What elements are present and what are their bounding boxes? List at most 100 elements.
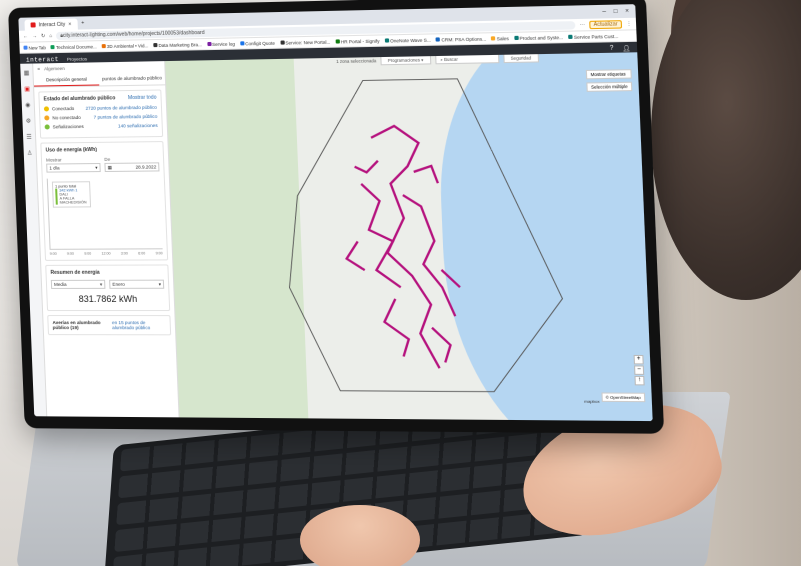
energy-card: Uso de energía (kWh) Mostrar 1 día ▾ De ▦… xyxy=(40,141,169,261)
new-tab-icon[interactable]: + xyxy=(81,20,84,26)
status-row-disconnected[interactable]: No conectado 7 puntos de alumbrado públi… xyxy=(44,114,157,121)
summary-card-title: Resumen de energía xyxy=(50,269,100,276)
zoom-controls: + − ↑ xyxy=(633,354,645,386)
period-select[interactable]: Mostrar 1 día ▾ xyxy=(46,157,101,173)
settings-icon[interactable]: ⚙ xyxy=(26,118,32,125)
bookmark-favicon-icon xyxy=(280,40,285,45)
bookmark-item[interactable]: Data Marketing Bra... xyxy=(153,42,202,48)
lamp-icon[interactable]: ◉ xyxy=(25,102,30,109)
energy-card-title: Uso de energía (kWh) xyxy=(45,146,98,154)
zone-boundary[interactable] xyxy=(281,77,566,392)
url-text: city.interact-lighting.com/web/home/proj… xyxy=(62,29,205,39)
faults-label: Averías en alumbrado público (19) xyxy=(52,320,101,331)
status-row-alerts[interactable]: Señalizaciones 140 señalizaciones xyxy=(44,123,158,130)
bookmark-item[interactable]: Service log xyxy=(206,41,235,47)
compass-icon[interactable]: ↑ xyxy=(634,375,645,386)
bookmark-favicon-icon xyxy=(335,39,340,44)
menu-icon[interactable]: ≡ xyxy=(37,66,40,71)
zoom-in-button[interactable]: + xyxy=(633,354,644,365)
chart-x-ticks: 9:00 9:00 9:00 12:00 3:00 6:00 9:00 xyxy=(49,251,163,256)
window-controls: – □ × xyxy=(602,8,635,15)
bookmark-item[interactable]: Technical Docume... xyxy=(50,44,97,50)
extensions-icon[interactable]: ⋯ xyxy=(580,21,586,27)
reload-icon[interactable]: ↻ xyxy=(41,33,45,39)
bookmark-item[interactable]: CRM: PSA Options... xyxy=(435,36,486,42)
forward-icon[interactable]: → xyxy=(32,33,37,39)
panel-tabs: Descripción general puntos de alumbrado … xyxy=(33,72,166,88)
bookmark-favicon-icon xyxy=(514,36,519,41)
map-search-input[interactable]: ⌕ Buscar xyxy=(434,53,500,65)
left-hand xyxy=(300,505,420,566)
bookmark-favicon-icon xyxy=(491,36,496,41)
bookmark-favicon-icon xyxy=(101,44,106,49)
browser-window: Interact City × + – □ × ← → ↻ ⌂ 🔒︎ city.… xyxy=(18,4,653,422)
bookmark-item[interactable]: Configit Quote xyxy=(240,40,275,46)
app-favicon-icon xyxy=(30,22,36,28)
security-button[interactable]: Seguridad xyxy=(502,53,539,64)
status-card-title: Estado del alumbrado público xyxy=(43,95,116,103)
list-icon[interactable]: ☰ xyxy=(26,134,32,141)
zoom-out-button[interactable]: − xyxy=(633,365,645,375)
menu-icon[interactable]: ⋮ xyxy=(626,20,632,26)
selection-count: 1 zona seleccionada xyxy=(336,58,377,65)
bookmark-favicon-icon xyxy=(568,35,573,40)
browser-tab[interactable]: Interact City × xyxy=(24,18,78,31)
update-button[interactable]: Actualizar xyxy=(589,19,623,29)
app-body: ▦ ▣ ◉ ⚙ ☰ ♙ ≡ Algemeen Descripción gener… xyxy=(20,52,653,422)
bookmark-favicon-icon xyxy=(384,38,390,43)
connected-status-icon xyxy=(43,106,50,112)
disconnected-status-icon xyxy=(44,115,50,121)
help-icon[interactable]: ? xyxy=(610,45,614,51)
bookmark-item[interactable]: Service: New Portal... xyxy=(280,39,330,45)
tab-overview[interactable]: Descripción general xyxy=(33,73,100,87)
calendar-icon: ▦ xyxy=(107,164,113,170)
energy-total: 831.7862 kWh xyxy=(78,293,138,304)
schedule-select[interactable]: Programaciones ▾ xyxy=(380,55,431,66)
bookmark-item[interactable]: 3D Ambiental • Vid... xyxy=(101,43,148,49)
bookmark-favicon-icon xyxy=(435,37,441,42)
summary-card: Resumen de energía Media ▾ Enero ▾ 831.786… xyxy=(45,264,171,312)
summary-mode-select[interactable]: Media ▾ xyxy=(50,279,106,289)
overview-panel: ≡ Algemeen Descripción general puntos de… xyxy=(33,61,180,418)
bookmark-favicon-icon xyxy=(240,41,245,46)
section-title: Proyectos xyxy=(66,55,88,62)
back-icon[interactable]: ← xyxy=(23,33,28,39)
status-card: Estado del alumbrado público Mostrar tod… xyxy=(38,89,164,139)
bookmark-favicon-icon xyxy=(50,45,56,50)
energy-chart: 1 punto total 342 kWh 1 DALI A FALLA MAC… xyxy=(46,177,163,250)
map-attribution[interactable]: © OpenStreetMap xyxy=(601,392,646,403)
map-overlay xyxy=(165,52,652,404)
bookmark-item[interactable]: HR Portal - Signify xyxy=(335,38,380,44)
grid-icon[interactable]: ▦ xyxy=(24,70,30,77)
date-field[interactable]: De ▦ 28.9.2022 xyxy=(104,156,160,173)
maximize-icon[interactable]: □ xyxy=(613,8,617,14)
close-tab-icon[interactable]: × xyxy=(68,21,71,27)
map-view[interactable]: 1 zona seleccionada Programaciones ▾ ⌕ B… xyxy=(165,52,653,422)
bookmark-item[interactable]: Sales xyxy=(491,35,509,41)
bookmark-item[interactable]: Service Parts Cust... xyxy=(568,33,618,39)
faults-link[interactable]: en 15 puntos de alumbrado público xyxy=(112,320,166,330)
lighting-network xyxy=(341,125,463,368)
dashboard-icon[interactable]: ▣ xyxy=(24,86,30,93)
show-all-link[interactable]: Mostrar todo xyxy=(128,95,157,102)
faults-card: Averías en alumbrado público (19) en 15 … xyxy=(47,315,172,336)
close-window-icon[interactable]: × xyxy=(625,8,629,14)
brand-logo[interactable]: interact xyxy=(26,56,59,64)
status-row-connected[interactable]: Conectado 2720 puntos de alumbrado públi… xyxy=(43,105,157,112)
home-icon[interactable]: ⌂ xyxy=(49,33,52,39)
multi-select-toggle[interactable]: Selección múltiple xyxy=(586,81,633,92)
chevron-down-icon: ▾ xyxy=(99,281,103,287)
bookmark-item[interactable]: Product and Syste... xyxy=(514,34,563,40)
summary-month-select[interactable]: Enero ▾ xyxy=(109,279,165,289)
bookmark-favicon-icon xyxy=(206,42,212,47)
tab-light-points[interactable]: puntos de alumbrado público xyxy=(99,72,165,85)
panel-header-label: Algemeen xyxy=(43,65,65,72)
person-icon[interactable]: ♙ xyxy=(27,150,33,157)
bookmark-item[interactable]: OneNote Wave S... xyxy=(384,37,431,43)
user-icon[interactable]: 👤︎ xyxy=(622,45,631,52)
tab-title: Interact City xyxy=(38,21,66,28)
alerts-status-icon xyxy=(44,124,50,130)
show-labels-toggle[interactable]: Mostrar etiquetas xyxy=(586,69,632,80)
minimize-icon[interactable]: – xyxy=(602,8,606,14)
bookmark-item[interactable]: New Tab xyxy=(23,45,46,50)
